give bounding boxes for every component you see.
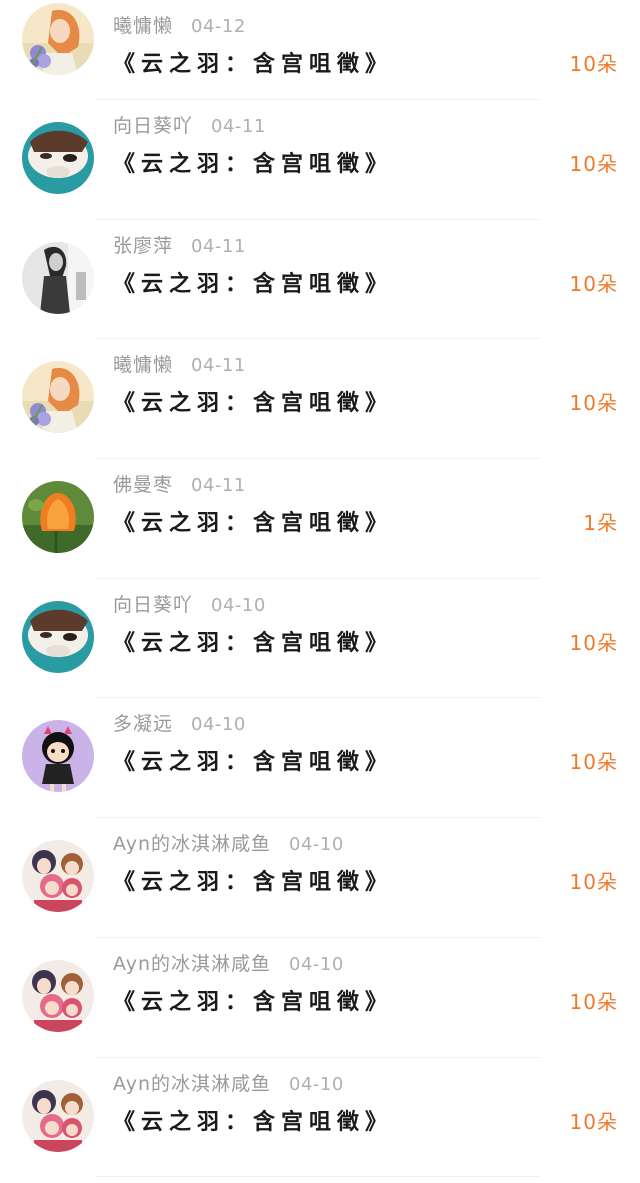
- gift-amount: 10朵: [569, 630, 618, 655]
- gift-date: 04-12: [191, 16, 246, 37]
- cartoon-girl-avatar-icon: [22, 720, 94, 793]
- book-title: 《云之羽：含宫咀徵》: [113, 271, 394, 297]
- gift-date: 04-10: [289, 953, 344, 975]
- gift-amount: 10朵: [569, 152, 618, 176]
- avatar[interactable]: [22, 959, 94, 1032]
- gift-date: 04-10: [289, 1073, 344, 1095]
- book-title: 《云之羽：含宫咀徵》: [113, 1109, 394, 1135]
- girl-flowers-avatar-icon: [22, 361, 94, 434]
- gift-amount: 10朵: [569, 52, 618, 76]
- gift-amount: 10朵: [569, 391, 618, 416]
- list-item[interactable]: Ayn的冰淇淋咸鱼 04-10 《云之羽：含宫咀徵》 10朵: [0, 1058, 640, 1178]
- avatar[interactable]: [22, 361, 94, 434]
- sender-name: 向日葵吖 04-10: [113, 593, 266, 616]
- list-item[interactable]: 佛曼枣 04-11 《云之羽：含宫咀徵》 1朵: [0, 459, 640, 579]
- gift-date: 04-11: [191, 355, 246, 377]
- avatar[interactable]: [22, 840, 94, 913]
- gift-amount: 10朵: [569, 989, 618, 1014]
- girl-flowers-avatar-icon: [22, 3, 94, 75]
- divider: [95, 1176, 540, 1178]
- sender-name: 向日葵吖 04-11: [113, 115, 266, 137]
- avatar[interactable]: [22, 720, 94, 793]
- book-title: 《云之羽：含宫咀徵》: [113, 52, 394, 77]
- book-title: 《云之羽：含宫咀徵》: [113, 511, 394, 537]
- list-item[interactable]: Ayn的冰淇淋咸鱼 04-10 《云之羽：含宫咀徵》 10朵: [0, 818, 640, 938]
- sender-name: 曦慵懒 04-11: [113, 354, 246, 377]
- avatar[interactable]: [22, 1079, 94, 1152]
- dog-avatar-icon: [22, 122, 94, 194]
- avatar[interactable]: [22, 481, 94, 554]
- sender-name: 佛曼枣 04-11: [113, 474, 246, 497]
- anime-group-avatar-icon: [22, 840, 94, 913]
- sender-name: Ayn的冰淇淋咸鱼 04-10: [113, 952, 344, 975]
- sender-name: Ayn的冰淇淋咸鱼 04-10: [113, 1072, 344, 1095]
- avatar[interactable]: [22, 122, 94, 194]
- book-title: 《云之羽：含宫咀徵》: [113, 989, 394, 1015]
- book-title: 《云之羽：含宫咀徵》: [113, 630, 394, 656]
- book-title: 《云之羽：含宫咀徵》: [113, 152, 394, 177]
- gift-amount: 10朵: [569, 1109, 618, 1134]
- list-item[interactable]: 张廖萍 04-11 《云之羽：含宫咀徵》 10朵: [0, 220, 640, 340]
- anime-group-avatar-icon: [22, 1079, 94, 1152]
- anime-group-avatar-icon: [22, 959, 94, 1032]
- list-item[interactable]: 多凝远 04-10 《云之羽：含宫咀徵》 10朵: [0, 698, 640, 819]
- dog-avatar-icon: [22, 600, 94, 673]
- list-item[interactable]: Ayn的冰淇淋咸鱼 04-10 《云之羽：含宫咀徵》 10朵: [0, 938, 640, 1058]
- orange-flower-avatar-icon: [22, 481, 94, 554]
- gift-date: 04-11: [191, 235, 246, 257]
- list-item[interactable]: 曦慵懒 04-12 《云之羽：含宫咀徵》 10朵: [0, 0, 640, 100]
- gift-date: 04-10: [289, 834, 344, 856]
- book-title: 《云之羽：含宫咀徵》: [113, 870, 394, 896]
- list-item[interactable]: 向日葵吖 04-11 《云之羽：含宫咀徵》 10朵: [0, 100, 640, 220]
- avatar[interactable]: [22, 241, 94, 314]
- gift-amount: 10朵: [569, 750, 618, 775]
- gift-list: 曦慵懒 04-12 《云之羽：含宫咀徵》 10朵 向日葵吖 04-11 《云之羽：含…: [0, 0, 640, 1178]
- avatar[interactable]: [22, 600, 94, 673]
- list-item[interactable]: 曦慵懒 04-11 《云之羽：含宫咀徵》 10朵: [0, 339, 640, 460]
- sender-name: 张廖萍 04-11: [113, 234, 246, 257]
- sender-name: Ayn的冰淇淋咸鱼 04-10: [113, 833, 344, 856]
- gift-amount: 1朵: [583, 511, 618, 536]
- gift-date: 04-11: [211, 116, 266, 137]
- gift-date: 04-10: [211, 594, 266, 616]
- gift-date: 04-11: [191, 475, 246, 497]
- gift-amount: 10朵: [569, 271, 618, 296]
- avatar[interactable]: [22, 3, 94, 75]
- sender-name: 曦慵懒 04-12: [113, 15, 246, 37]
- book-title: 《云之羽：含宫咀徵》: [113, 391, 394, 417]
- sender-name: 多凝远 04-10: [113, 713, 246, 736]
- bw-woman-avatar-icon: [22, 241, 94, 314]
- gift-date: 04-10: [191, 714, 246, 736]
- list-item[interactable]: 向日葵吖 04-10 《云之羽：含宫咀徵》 10朵: [0, 579, 640, 699]
- gift-amount: 10朵: [569, 870, 618, 895]
- book-title: 《云之羽：含宫咀徵》: [113, 750, 394, 776]
